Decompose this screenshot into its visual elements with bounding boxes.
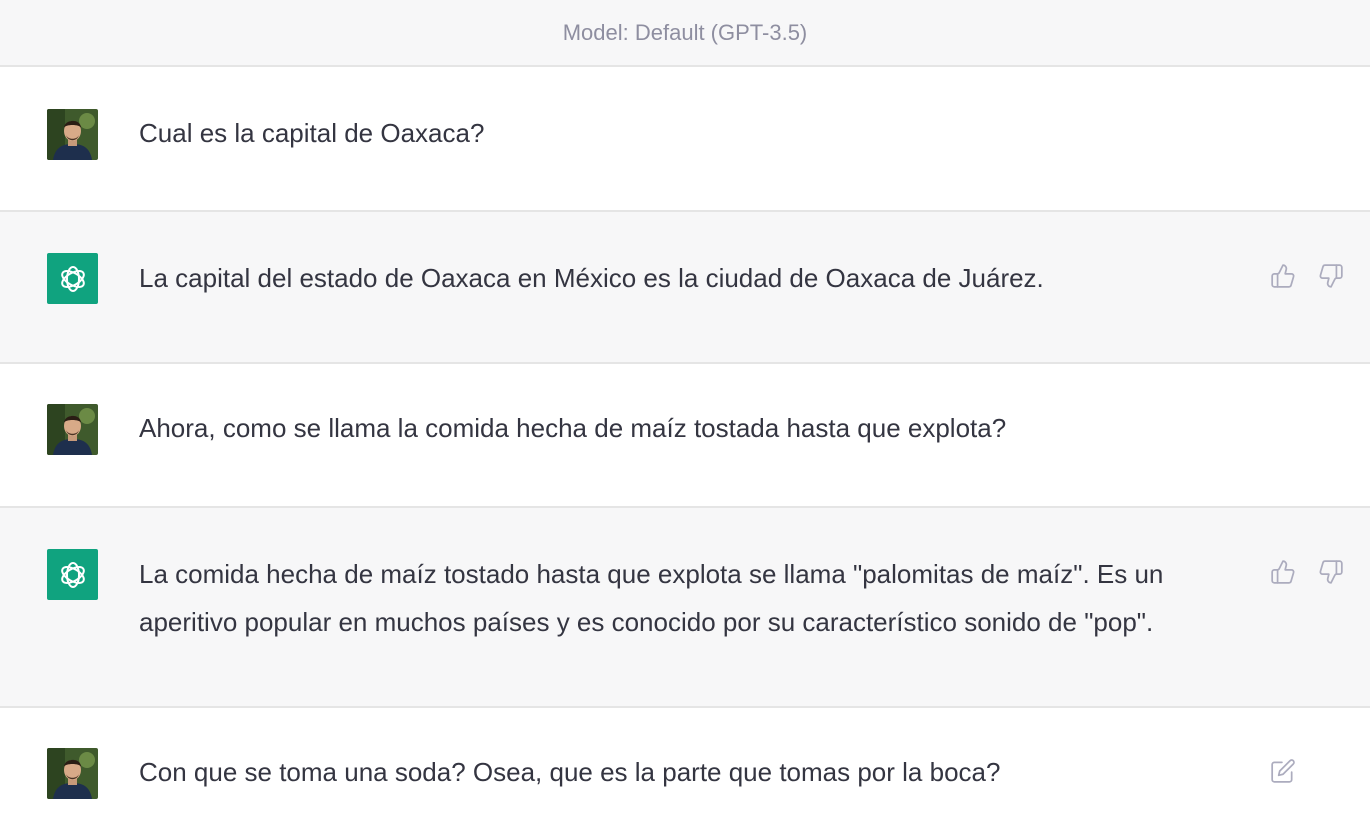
message-text: La comida hecha de maíz tostado hasta qu…: [139, 559, 1164, 637]
model-label: Model: Default (GPT-3.5): [562, 19, 808, 45]
feedback-actions: [1270, 559, 1344, 585]
thumbs-up-icon[interactable]: [1270, 559, 1296, 585]
model-header: Model: Default (GPT-3.5): [0, 0, 1370, 67]
message-text: La capital del estado de Oaxaca en Méxic…: [139, 263, 1044, 293]
message-assistant: La capital del estado de Oaxaca en Méxic…: [0, 212, 1370, 364]
feedback-actions: [1270, 263, 1344, 289]
thumbs-down-icon[interactable]: [1318, 263, 1344, 289]
message-user: Cual es la capital de Oaxaca?: [0, 67, 1370, 212]
message-user: Ahora, como se llama la comida hecha de …: [0, 364, 1370, 508]
edit-icon[interactable]: [1270, 758, 1296, 784]
message-text: Cual es la capital de Oaxaca?: [139, 118, 485, 148]
edit-actions: [1270, 758, 1296, 784]
user-avatar: [47, 748, 98, 799]
openai-logo-icon: [47, 253, 98, 304]
openai-logo-icon: [47, 549, 98, 600]
thumbs-up-icon[interactable]: [1270, 263, 1296, 289]
message-assistant: La comida hecha de maíz tostado hasta qu…: [0, 508, 1370, 708]
message-user: Con que se toma una soda? Osea, que es l…: [0, 708, 1370, 823]
thumbs-down-icon[interactable]: [1318, 559, 1344, 585]
message-text: Con que se toma una soda? Osea, que es l…: [139, 757, 1001, 787]
user-avatar: [47, 109, 98, 160]
message-text: Ahora, como se llama la comida hecha de …: [139, 413, 1007, 443]
user-avatar: [47, 404, 98, 455]
